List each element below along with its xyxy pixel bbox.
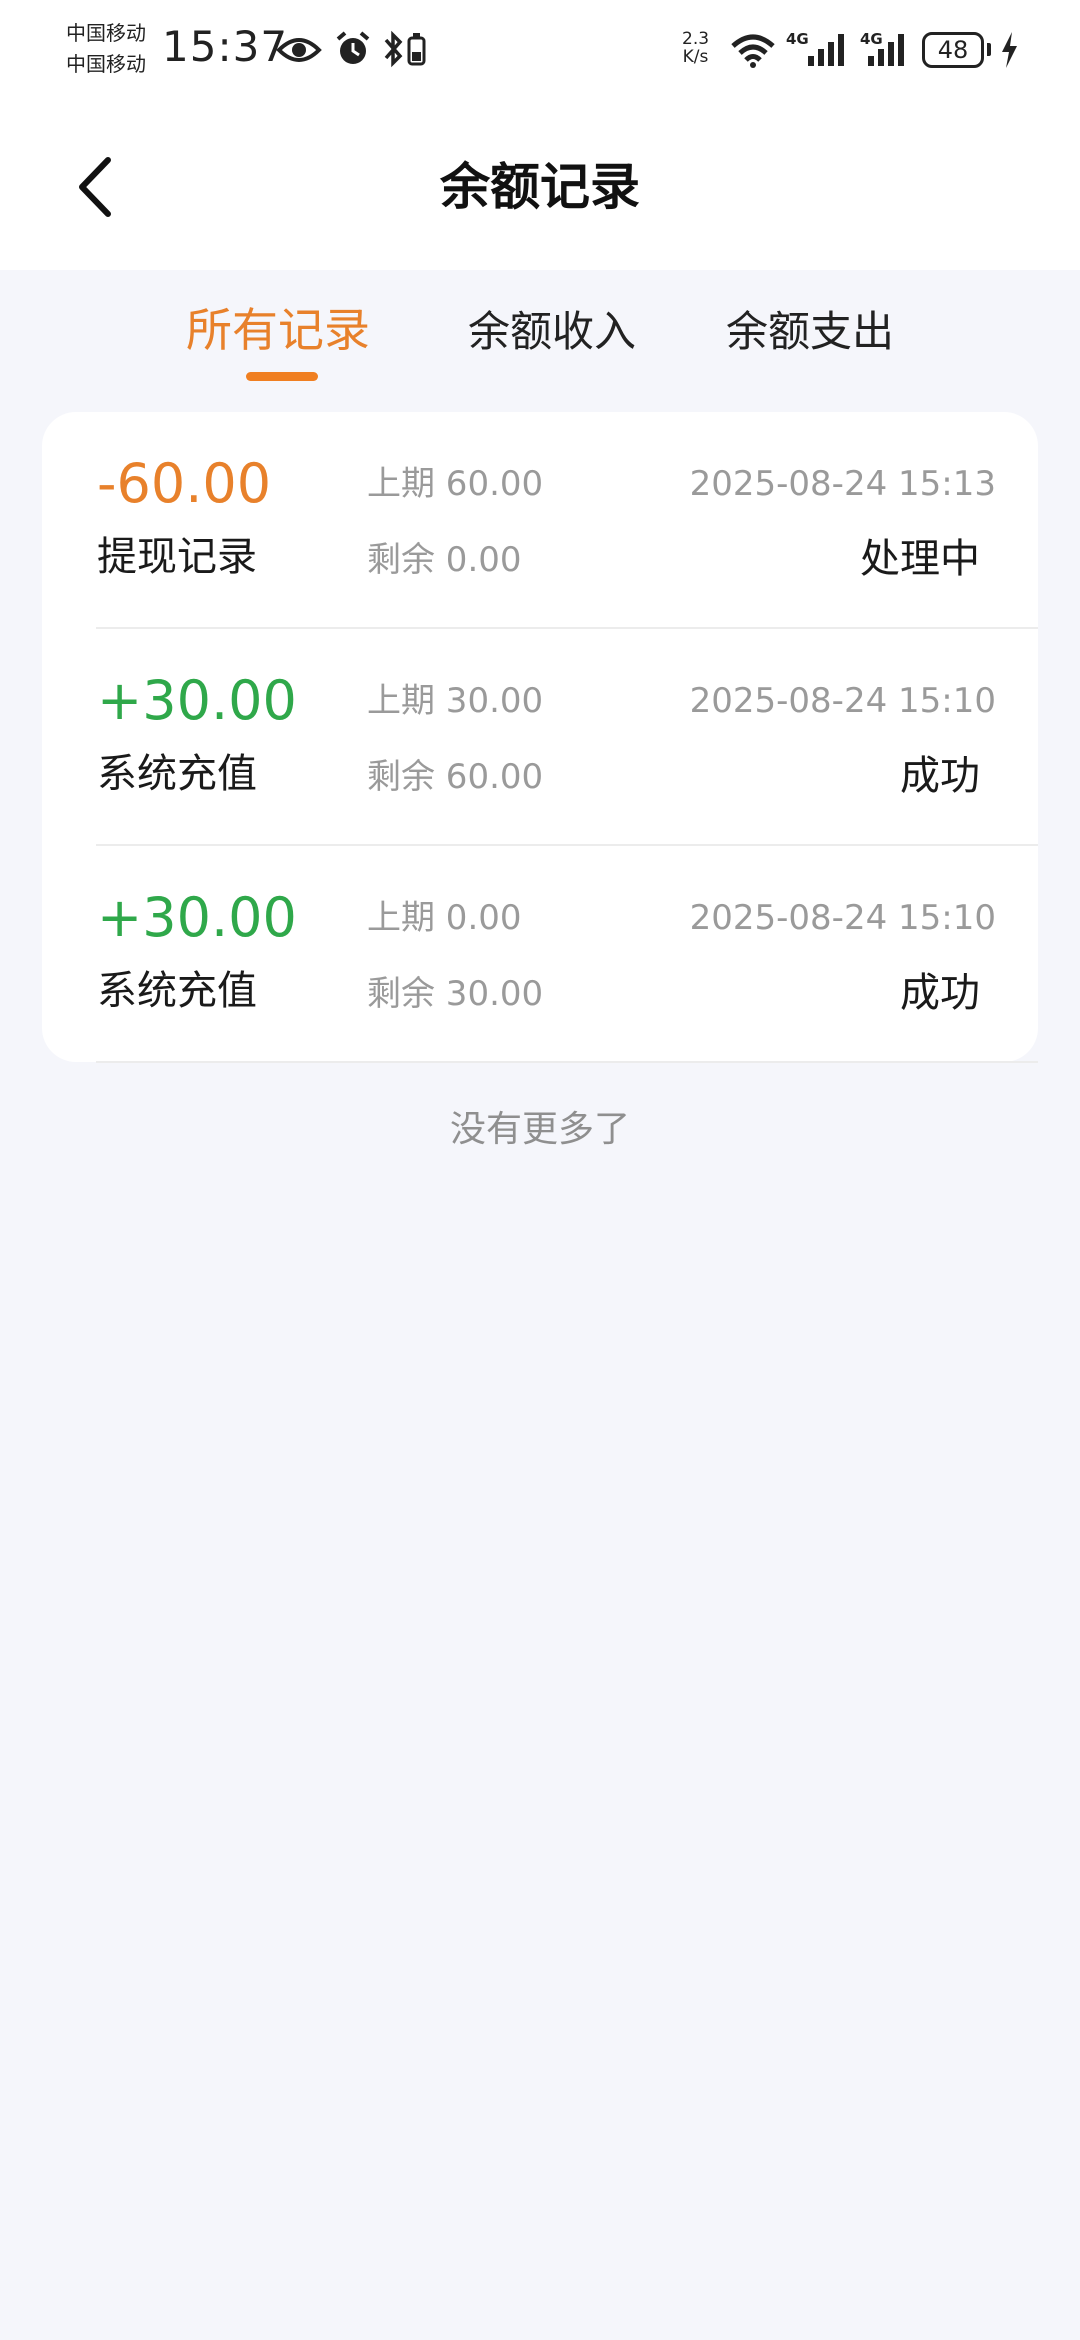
- net-speed-value: 2.3: [682, 29, 710, 49]
- divider: [96, 1061, 1038, 1063]
- net-speed-unit: K/s: [682, 47, 709, 67]
- carrier-labels: 中国移动 中国移动: [66, 18, 146, 80]
- record-remaining-balance: 剩余 0.00: [367, 540, 522, 580]
- signal-icon: [868, 34, 904, 66]
- tab-all-records[interactable]: 所有记录: [186, 290, 370, 370]
- tab-bar: 所有记录 余额收入 余额支出: [0, 290, 1080, 390]
- charging-icon: [1002, 32, 1017, 68]
- records-card: -60.00 提现记录 上期 60.00 剩余 0.00 2025-08-24 …: [42, 412, 1038, 1063]
- record-type: 系统充值: [97, 751, 257, 797]
- no-more-text: 没有更多了: [449, 1109, 630, 1150]
- record-item[interactable]: +30.00 系统充值 上期 30.00 剩余 60.00 2025-08-24…: [42, 629, 1038, 846]
- alarm-icon: [336, 31, 370, 64]
- record-remaining-balance: 剩余 60.00: [367, 757, 544, 797]
- tab-active-indicator: [246, 372, 318, 381]
- status-time: 15:37: [162, 22, 289, 71]
- record-amount: +30.00: [97, 886, 297, 949]
- record-amount: +30.00: [97, 669, 297, 732]
- net-speed: 2.3 K/s: [682, 30, 709, 66]
- battery-icon: 48: [922, 32, 984, 68]
- record-remaining-balance: 剩余 30.00: [367, 974, 544, 1014]
- wifi-icon: [731, 34, 775, 68]
- status-bar: 中国移动 中国移动 15:37 2.3 K/s 4G 4G 48: [0, 0, 1080, 100]
- eye-icon: [276, 38, 322, 62]
- battery-cap: [987, 43, 991, 56]
- record-item[interactable]: -60.00 提现记录 上期 60.00 剩余 0.00 2025-08-24 …: [42, 412, 1038, 629]
- record-previous-balance: 上期 30.00: [367, 681, 544, 721]
- tab-expense[interactable]: 余额支出: [726, 292, 894, 372]
- record-previous-balance: 上期 60.00: [367, 464, 544, 504]
- bluetooth-battery-icon: [384, 30, 426, 68]
- record-previous-balance: 上期 0.00: [367, 898, 522, 938]
- signal-icon: [808, 34, 844, 66]
- record-item[interactable]: +30.00 系统充值 上期 0.00 剩余 30.00 2025-08-24 …: [42, 846, 1038, 1063]
- record-time: 2025-08-24 15:13: [689, 464, 996, 504]
- carrier-1: 中国移动: [66, 21, 146, 45]
- carrier-2: 中国移动: [66, 52, 146, 76]
- page-title: 余额记录: [440, 158, 640, 216]
- record-time: 2025-08-24 15:10: [689, 681, 996, 721]
- record-type: 提现记录: [97, 534, 257, 580]
- record-type: 系统充值: [97, 968, 257, 1014]
- record-time: 2025-08-24 15:10: [689, 898, 996, 938]
- tab-income[interactable]: 余额收入: [468, 292, 636, 372]
- record-status: 处理中: [860, 536, 980, 582]
- nav-bar: 余额记录: [0, 100, 1080, 270]
- record-status: 成功: [900, 753, 980, 799]
- record-status: 成功: [900, 970, 980, 1016]
- record-amount: -60.00: [97, 452, 272, 515]
